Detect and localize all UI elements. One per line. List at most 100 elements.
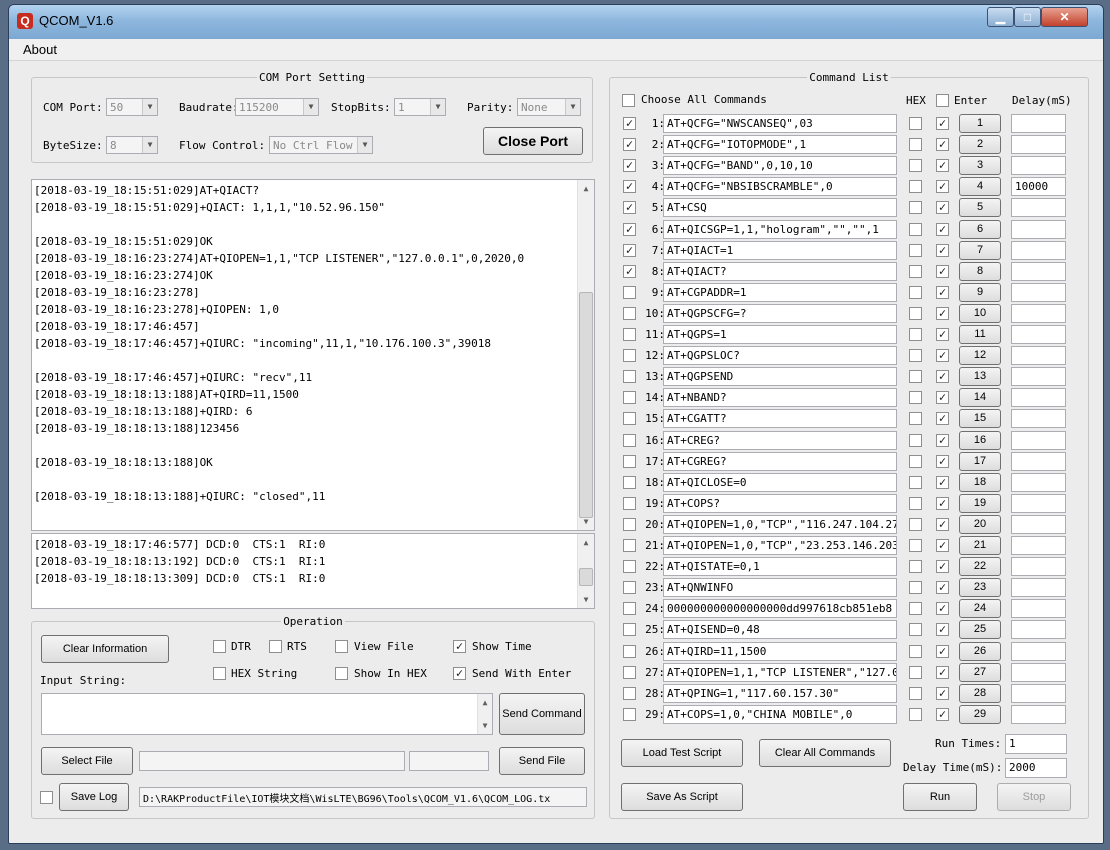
command-delay-field[interactable] [1011,472,1066,492]
command-select-checkbox[interactable]: ✓ [623,180,636,194]
run-times-field[interactable]: 1 [1005,734,1067,754]
command-send-button[interactable]: 15 [959,409,1001,429]
command-enter-checkbox[interactable]: ✓ [936,180,949,194]
command-select-checkbox[interactable] [623,328,636,341]
command-send-button[interactable]: 24 [959,599,1001,619]
select-file-button[interactable]: Select File [41,747,133,775]
command-hex-checkbox[interactable] [909,539,922,552]
command-input[interactable]: AT+COPS? [663,493,897,513]
command-send-button[interactable]: 12 [959,346,1001,366]
menu-about[interactable]: About [23,42,57,57]
scroll-up-icon[interactable]: ▲ [478,694,492,711]
command-hex-checkbox[interactable] [909,644,922,658]
command-input[interactable]: AT+CSQ [663,198,897,218]
command-enter-checkbox[interactable]: ✓ [936,412,949,426]
command-enter-checkbox[interactable]: ✓ [936,517,949,531]
command-input[interactable]: AT+NBAND? [663,388,897,408]
command-send-button[interactable]: 25 [959,620,1001,640]
status-log-scrollbar[interactable]: ▲ ▼ [577,534,594,608]
command-delay-field[interactable] [1011,282,1066,302]
send-command-button[interactable]: Send Command [499,693,585,735]
command-select-checkbox[interactable] [623,665,636,679]
title-bar[interactable]: Q QCOM_V1.6 ▁ □ ✕ [9,5,1103,39]
enter-all-checkbox[interactable] [936,94,949,107]
command-select-checkbox[interactable] [623,475,636,489]
command-delay-field[interactable] [1011,135,1066,155]
send-with-enter-checkbox[interactable]: ✓ [453,667,466,680]
command-enter-checkbox[interactable]: ✓ [936,264,949,278]
command-select-checkbox[interactable]: ✓ [623,201,636,215]
command-enter-checkbox[interactable]: ✓ [936,602,949,616]
save-as-script-button[interactable]: Save As Script [621,783,743,811]
bytesize-select[interactable]: 8 ▼ [106,136,158,154]
input-string-scrollbar[interactable]: ▲ ▼ [477,694,492,734]
command-enter-checkbox[interactable]: ✓ [936,306,949,320]
minimize-icon[interactable]: ▁ [987,7,1014,27]
command-input[interactable]: AT+QISTATE=0,1 [663,557,897,577]
command-input[interactable]: AT+QIOPEN=1,1,"TCP LISTENER","127.0. [663,662,897,682]
command-delay-field[interactable] [1011,641,1066,661]
command-send-button[interactable]: 17 [959,451,1001,471]
command-delay-field[interactable]: 10000 [1011,177,1066,197]
command-hex-checkbox[interactable] [909,349,922,363]
command-hex-checkbox[interactable] [909,686,922,700]
command-send-button[interactable]: 19 [959,493,1001,513]
command-select-checkbox[interactable]: ✓ [623,138,636,152]
maximize-icon[interactable]: □ [1014,7,1041,27]
command-delay-field[interactable] [1011,325,1066,344]
command-hex-checkbox[interactable] [909,581,922,595]
command-send-button[interactable]: 6 [959,219,1001,239]
command-send-button[interactable]: 28 [959,683,1001,703]
command-send-button[interactable]: 9 [959,282,1001,302]
command-delay-field[interactable] [1011,388,1066,408]
command-select-checkbox[interactable] [623,454,636,468]
command-delay-field[interactable] [1011,683,1066,703]
command-enter-checkbox[interactable]: ✓ [936,328,949,341]
send-file-button[interactable]: Send File [499,747,585,775]
command-send-button[interactable]: 7 [959,240,1001,260]
command-enter-checkbox[interactable]: ✓ [936,581,949,595]
close-port-button[interactable]: Close Port [483,127,583,155]
command-hex-checkbox[interactable] [909,328,922,341]
command-delay-field[interactable] [1011,367,1066,387]
command-enter-checkbox[interactable]: ✓ [936,138,949,152]
command-delay-field[interactable] [1011,620,1066,640]
command-select-checkbox[interactable] [623,602,636,616]
command-select-checkbox[interactable] [623,644,636,658]
command-enter-checkbox[interactable]: ✓ [936,454,949,468]
command-select-checkbox[interactable]: ✓ [623,264,636,278]
delay-time-field[interactable]: 2000 [1005,758,1067,778]
command-hex-checkbox[interactable] [909,412,922,426]
command-hex-checkbox[interactable] [909,264,922,278]
command-enter-checkbox[interactable]: ✓ [936,560,949,574]
command-enter-checkbox[interactable]: ✓ [936,370,949,384]
command-select-checkbox[interactable]: ✓ [623,159,636,173]
command-input[interactable]: AT+QIOPEN=1,0,"TCP","116.247.104.27 [663,514,897,534]
command-hex-checkbox[interactable] [909,517,922,531]
command-select-checkbox[interactable] [623,517,636,531]
command-hex-checkbox[interactable] [909,306,922,320]
command-hex-checkbox[interactable] [909,475,922,489]
load-test-script-button[interactable]: Load Test Script [621,739,743,767]
command-delay-field[interactable] [1011,493,1066,513]
command-input[interactable]: AT+CGATT? [663,409,897,429]
command-delay-field[interactable] [1011,578,1066,598]
command-input[interactable]: AT+QGPS=1 [663,325,897,344]
command-hex-checkbox[interactable] [909,602,922,616]
command-hex-checkbox[interactable] [909,433,922,447]
command-send-button[interactable]: 13 [959,367,1001,387]
command-input[interactable]: AT+QCFG="NWSCANSEQ",03 [663,114,897,133]
command-enter-checkbox[interactable]: ✓ [936,117,949,130]
command-hex-checkbox[interactable] [909,180,922,194]
command-select-checkbox[interactable]: ✓ [623,117,636,130]
command-delay-field[interactable] [1011,430,1066,450]
command-select-checkbox[interactable] [623,496,636,510]
rts-checkbox[interactable] [269,640,282,653]
command-select-checkbox[interactable] [623,707,636,721]
command-select-checkbox[interactable] [623,581,636,595]
command-enter-checkbox[interactable]: ✓ [936,539,949,552]
command-enter-checkbox[interactable]: ✓ [936,686,949,700]
command-enter-checkbox[interactable]: ✓ [936,707,949,721]
command-select-checkbox[interactable] [623,623,636,637]
command-select-checkbox[interactable] [623,391,636,405]
